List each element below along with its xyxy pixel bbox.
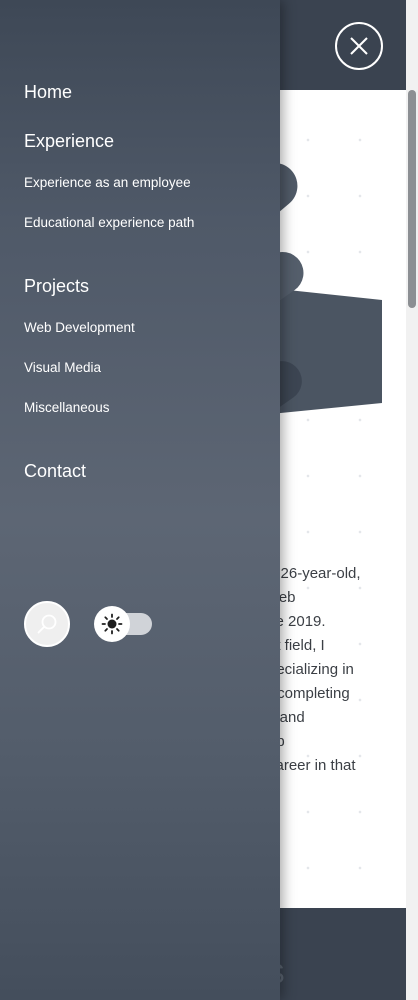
intro-line: r completing <box>268 685 350 702</box>
intro-line: eb <box>268 730 408 754</box>
close-menu-button[interactable] <box>335 22 383 70</box>
intro-paragraph: n 26-year-old, web ce 2019. nt field, I … <box>268 562 408 778</box>
theme-toggle[interactable] <box>94 606 152 642</box>
menu-item-web-development[interactable]: Web Development <box>24 320 135 335</box>
scrollbar-thumb[interactable] <box>408 90 416 308</box>
menu-item-experience[interactable]: Experience <box>24 131 114 152</box>
intro-line: web <box>268 589 296 606</box>
toggle-knob <box>94 606 130 642</box>
close-icon <box>350 37 368 55</box>
menu-item-experience-employee[interactable]: Experience as an employee <box>24 175 191 190</box>
menu-item-miscellaneous[interactable]: Miscellaneous <box>24 400 110 415</box>
side-navigation-menu: Home Experience Experience as an employe… <box>0 0 280 1000</box>
menu-item-experience-education[interactable]: Educational experience path <box>24 215 194 230</box>
intro-line: nt field, I <box>268 637 325 654</box>
menu-item-contact[interactable]: Contact <box>24 461 86 482</box>
sun-icon <box>101 613 123 635</box>
intro-line: pecializing in <box>268 661 354 678</box>
intro-line: s and <box>268 709 305 726</box>
intro-line: ce 2019. <box>268 613 326 630</box>
intro-line: n 26-year-old, <box>268 565 361 582</box>
menu-item-visual-media[interactable]: Visual Media <box>24 360 101 375</box>
menu-item-home[interactable]: Home <box>24 82 72 103</box>
search-icon <box>37 614 57 634</box>
intro-line: career in that <box>268 757 356 774</box>
search-button[interactable] <box>24 601 70 647</box>
menu-item-projects[interactable]: Projects <box>24 276 89 297</box>
